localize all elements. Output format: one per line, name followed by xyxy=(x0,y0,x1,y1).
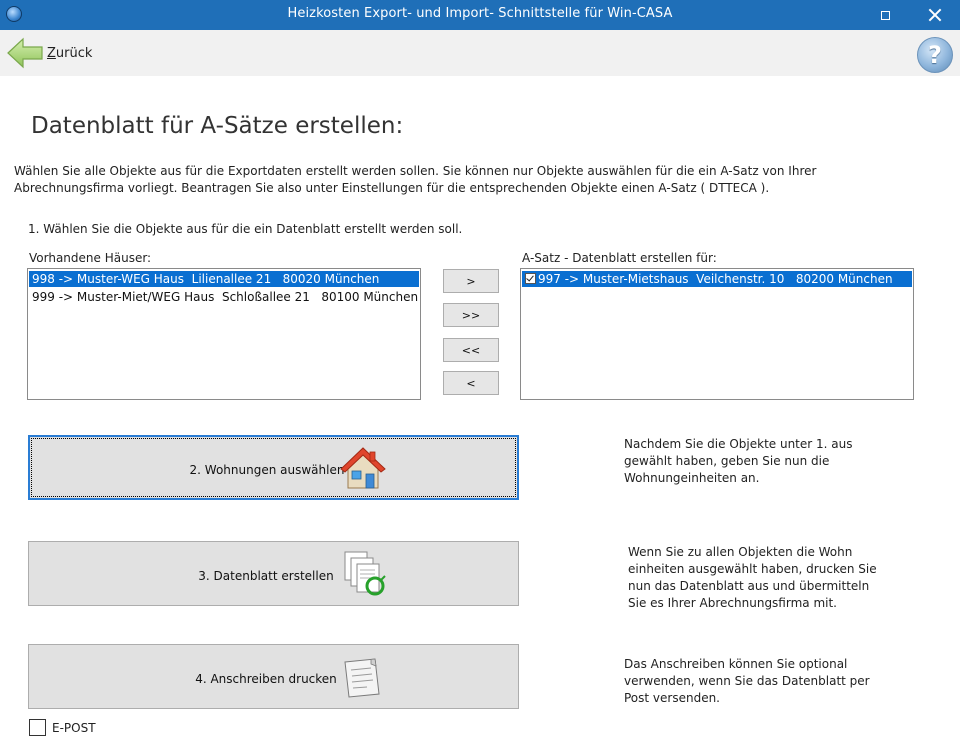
step3-hint-line: Sie es Ihrer Abrechnungsfirma mit. xyxy=(628,596,837,610)
back-label-rest: urück xyxy=(55,45,93,61)
maximize-button[interactable] xyxy=(862,0,908,30)
step3-hint-line: einheiten ausgewählt haben, drucken Sie xyxy=(628,562,877,576)
add-all-button[interactable]: >> xyxy=(443,303,499,327)
epost-option[interactable]: E-POST xyxy=(29,719,96,736)
remove-one-button[interactable]: < xyxy=(443,371,499,395)
back-label-accelerator: Z xyxy=(47,45,56,61)
remove-all-button[interactable]: << xyxy=(443,338,499,362)
selected-houses-list[interactable]: 997 -> Muster-Mietshaus Veilchenstr. 10 … xyxy=(520,268,914,400)
selected-houses-label: A-Satz - Datenblatt erstellen für: xyxy=(522,251,717,265)
intro-line-2: Abrechnungsfirma vorliegt. Beantragen Si… xyxy=(14,181,770,195)
available-houses-label: Vorhandene Häuser: xyxy=(29,251,152,265)
available-houses-list[interactable]: 998 -> Muster-WEG Haus Lilienallee 21 80… xyxy=(27,268,421,400)
step2-hint: Nachdem Sie die Objekte unter 1. aus gew… xyxy=(624,436,894,487)
create-datasheet-button[interactable]: 3. Datenblatt erstellen xyxy=(28,541,519,606)
back-arrow-icon xyxy=(7,37,43,69)
page-title: Datenblatt für A-Sätze erstellen: xyxy=(31,113,404,139)
step4-hint-line: verwenden, wenn Sie das Datenblatt per xyxy=(624,674,870,688)
epost-label: E-POST xyxy=(52,720,96,735)
letter-icon xyxy=(344,658,380,698)
select-apartments-button[interactable]: 2. Wohnungen auswählen xyxy=(28,435,519,500)
step4-hint-line: Post versenden. xyxy=(624,691,720,705)
help-glyph: ? xyxy=(928,41,942,69)
list-item[interactable]: 999 -> Muster-Miet/WEG Haus Schloßallee … xyxy=(29,289,419,305)
intro-text: Wählen Sie alle Objekte aus für die Expo… xyxy=(14,163,922,197)
epost-checkbox[interactable] xyxy=(29,719,46,736)
step2-hint-line: gewählt haben, geben Sie nun die xyxy=(624,454,830,468)
step3-hint: Wenn Sie zu allen Objekten die Wohn einh… xyxy=(628,544,898,612)
step3-hint-line: nun das Datenblatt aus und übermitteln xyxy=(628,579,870,593)
step2-hint-line: Nachdem Sie die Objekte unter 1. aus xyxy=(624,437,853,451)
create-datasheet-label: 3. Datenblatt erstellen xyxy=(198,569,334,583)
step3-hint-line: Wenn Sie zu allen Objekten die Wohn xyxy=(628,545,853,559)
list-item[interactable]: 998 -> Muster-WEG Haus Lilienallee 21 80… xyxy=(29,271,419,287)
back-button[interactable]: Zurück xyxy=(6,36,92,70)
house-icon xyxy=(340,447,386,489)
toolbar: Zurück xyxy=(0,30,960,76)
item-checkbox[interactable] xyxy=(525,273,536,284)
maximize-icon xyxy=(880,10,890,20)
step2-hint-line: Wohnungeinheiten an. xyxy=(624,471,760,485)
intro-line-1: Wählen Sie alle Objekte aus für die Expo… xyxy=(14,164,817,178)
back-label: Zurück xyxy=(47,46,92,61)
list-item-text: 997 -> Muster-Mietshaus Veilchenstr. 10 … xyxy=(538,272,893,286)
window-title: Heizkosten Export- und Import- Schnittst… xyxy=(287,6,673,21)
help-icon[interactable]: ? xyxy=(917,37,953,73)
step4-hint-line: Das Anschreiben können Sie optional xyxy=(624,657,848,671)
title-bar: Heizkosten Export- und Import- Schnittst… xyxy=(0,0,960,30)
close-icon xyxy=(929,9,941,21)
add-one-button[interactable]: > xyxy=(443,269,499,293)
list-item[interactable]: 997 -> Muster-Mietshaus Veilchenstr. 10 … xyxy=(522,271,912,287)
step1-instruction: 1. Wählen Sie die Objekte aus für die ei… xyxy=(28,222,463,236)
step4-hint: Das Anschreiben können Sie optional verw… xyxy=(624,656,894,707)
select-apartments-label: 2. Wohnungen auswählen xyxy=(189,463,345,477)
documents-icon xyxy=(344,551,386,596)
print-letter-button[interactable]: 4. Anschreiben drucken xyxy=(28,644,519,709)
close-button[interactable] xyxy=(912,0,958,30)
print-letter-label: 4. Anschreiben drucken xyxy=(195,672,337,686)
